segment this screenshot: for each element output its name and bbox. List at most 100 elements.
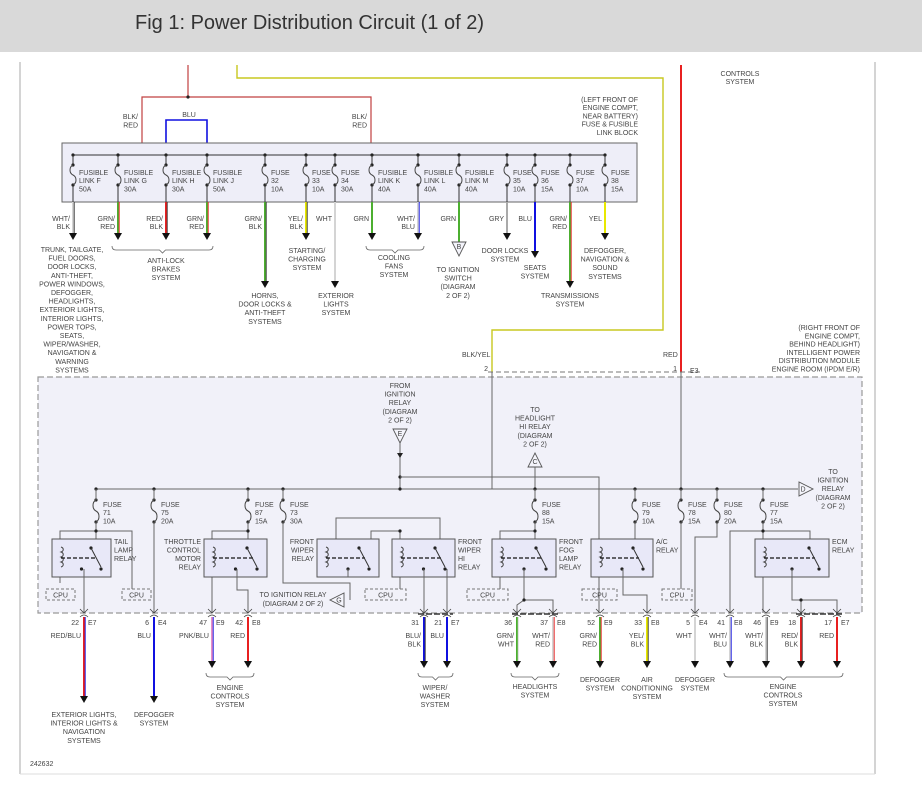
relay-name: RELAY [656, 548, 679, 555]
junction-dot [94, 529, 98, 533]
destination-label: INTERIOR LIGHTS & [50, 721, 118, 728]
fuse-label: LINK G [124, 178, 147, 185]
wire-color-label: RED [663, 352, 678, 359]
arrow-down-icon [601, 233, 609, 240]
wire-color-label: GRN/ [497, 633, 515, 640]
fuse-label: 40A [424, 186, 437, 193]
power-distribution-wiring-diagram: CONTROLSSYSTEMBLK/REDBLU BLK/RED(LEFT FRO… [19, 62, 876, 775]
wire-color-label: GRY [489, 216, 504, 223]
fuse-label: FUSE [542, 502, 561, 509]
destination-label: NAVIGATION & [581, 257, 630, 264]
fuse-label: 87 [255, 510, 263, 517]
wire-color-label: RED [189, 224, 204, 231]
fuse-label: FUSE [271, 170, 290, 177]
destination-label: SYSTEM [140, 721, 169, 728]
destination-label: EXTERIOR LIGHTS, [40, 307, 105, 314]
junction-dot [99, 567, 103, 571]
fuse-label: 79 [642, 510, 650, 517]
destination-label: SYSTEM [491, 257, 520, 264]
fuse-label: 40A [465, 186, 478, 193]
fuse-label: 10A [312, 186, 325, 193]
pin-number: 21 [434, 620, 442, 627]
destination-label: DOOR LOCKS & [238, 302, 292, 309]
junction-dot [761, 529, 765, 533]
fuse-label: 30A [124, 186, 137, 193]
connector-reference-letter: B [457, 244, 462, 251]
relay-name: FOG [559, 548, 574, 555]
pin-number: 5 [686, 620, 690, 627]
wire-color-label: GRN [353, 216, 369, 223]
connector-id: E9 [604, 620, 613, 627]
arrow-down-icon [261, 281, 269, 288]
fuse-label: 30A [341, 186, 354, 193]
pin-number: 22 [71, 620, 79, 627]
connector-reference-letter: G [336, 598, 341, 605]
reference-label: TO [530, 407, 540, 414]
destination-label: DEFOGGER, [51, 290, 93, 297]
cpu-label: CPU [480, 593, 495, 600]
relay-name: A/C [656, 539, 668, 546]
destination-label: DEFOGGER, [584, 248, 626, 255]
fuse-label: FUSE [255, 502, 274, 509]
fuse-label: 34 [341, 178, 349, 185]
wire-color-label: WHT/ [52, 216, 70, 223]
destination-label: SYSTEM [380, 272, 409, 279]
arrow-down-icon [414, 233, 422, 240]
destination-label: SYSTEM [322, 310, 351, 317]
fuse-block-location-label: ENGINE COMPT, [583, 105, 638, 112]
wire-color-label: BLK [750, 642, 764, 649]
wire-color-label: RED [819, 633, 834, 640]
destination-label: HORNS, [251, 293, 278, 300]
ipdm-location-label: (RIGHT FRONT OF [798, 325, 860, 332]
ipdm-location-label: DISTRIBUTION MODULE [779, 358, 861, 365]
arrow-down-icon [513, 661, 521, 668]
fuse-label: 15A [688, 518, 701, 525]
wire-color-label: GRN/ [187, 216, 205, 223]
pin-number: 37 [540, 620, 548, 627]
destination-label: WIPER/WASHER, [43, 342, 100, 349]
destination-label: HEADLIGHTS, [49, 299, 96, 306]
reference-label: 2 OF 2) [388, 417, 412, 424]
wire-color-label: RED [123, 123, 138, 130]
relay-name: RELAY [179, 565, 202, 572]
cpu-label: CPU [592, 593, 607, 600]
ipdm-location-label: ENGINE COMPT, [805, 333, 860, 340]
fuse-label: 20A [724, 518, 737, 525]
fuse-label: 10A [271, 186, 284, 193]
destination-label: CONTROLS [764, 693, 803, 700]
destination-label: ENGINE [217, 685, 244, 692]
destination-label: SYSTEMS [248, 319, 282, 326]
relay-name: WIPER [291, 548, 314, 555]
fuse-label: 40A [378, 186, 391, 193]
wire-color-label: WHT/ [397, 216, 415, 223]
relay-name: THROTTLE [164, 539, 201, 546]
brace [723, 672, 844, 681]
connector-id: E8 [557, 620, 566, 627]
wire-color-label: BLK/ [123, 114, 138, 121]
destination-label: SYSTEM [152, 275, 181, 282]
pin-number: 33 [634, 620, 642, 627]
destination-label: COOLING [378, 255, 410, 262]
arrow-down-icon [203, 233, 211, 240]
destination-label: AIR [641, 677, 653, 684]
wire-color-label: YEL [589, 216, 602, 223]
pin-number: 18 [788, 620, 796, 627]
destination-label: DEFOGGER [675, 677, 715, 684]
fuse-label: 37 [576, 178, 584, 185]
destination-label: DEFOGGER [134, 712, 174, 719]
reference-label: RELAY [822, 486, 845, 493]
fuse-label: FUSE [103, 502, 122, 509]
destination-label: DOOR LOCKS [482, 248, 529, 255]
reference-label: TO IGNITION RELAY [259, 592, 326, 599]
wire-color-label: BLU/ [405, 633, 421, 640]
wire-color-label: GRN/ [98, 216, 116, 223]
destination-label: SYSTEMS [67, 738, 101, 745]
destination-label: CONDITIONING [621, 686, 673, 693]
pin-number: 2 [484, 366, 488, 373]
arrow-down-icon [331, 281, 339, 288]
continued-label: CONTROLS [721, 71, 760, 78]
fuse-label: 80 [724, 510, 732, 517]
connector-id: E8 [651, 620, 660, 627]
connector-id: E9 [770, 620, 779, 627]
destination-label: WARNING [55, 359, 89, 366]
